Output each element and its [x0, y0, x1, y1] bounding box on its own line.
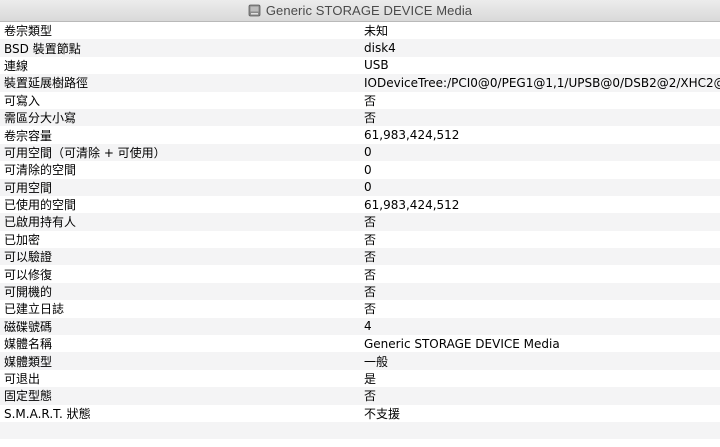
- row-value: 未知: [364, 24, 389, 39]
- row-value: 否: [364, 232, 377, 247]
- table-row[interactable]: 卷宗類型 未知: [0, 22, 720, 40]
- title-wrap: Generic STORAGE DEVICE Media: [248, 3, 472, 18]
- row-key: 卷宗類型: [4, 24, 53, 39]
- info-window: Generic STORAGE DEVICE Media 卷宗類型 未知 BSD 裝…: [0, 0, 720, 447]
- table-row[interactable]: 已建立日誌 否: [0, 300, 720, 318]
- table-row[interactable]: BSD 裝置節點 disk4: [0, 39, 720, 57]
- row-value: disk4: [364, 41, 396, 56]
- empty-row: [0, 439, 720, 447]
- table-row[interactable]: 卷宗容量 61,983,424,512: [0, 126, 720, 144]
- row-value: IODeviceTree:/PCI0@0/PEG1@1,1/UPSB@0/DSB…: [364, 75, 720, 90]
- row-value: 否: [364, 389, 377, 404]
- table-row[interactable]: 可清除的空間 0: [0, 161, 720, 179]
- table-row[interactable]: 可以驗證 否: [0, 248, 720, 266]
- row-value: 不支援: [364, 406, 401, 421]
- row-value: 0: [364, 180, 372, 195]
- row-value: 否: [364, 215, 377, 230]
- row-key: S.M.A.R.T. 狀態: [4, 406, 91, 421]
- row-key: 可開機的: [4, 285, 53, 300]
- table-row[interactable]: 可用空間 0: [0, 178, 720, 196]
- table-row[interactable]: 可以修復 否: [0, 265, 720, 283]
- table-row[interactable]: 可開機的 否: [0, 282, 720, 301]
- row-key: 已加密: [4, 232, 41, 247]
- table-row[interactable]: 連線 USB: [0, 56, 720, 75]
- row-key: 媒體類型: [4, 354, 53, 369]
- table-row[interactable]: S.M.A.R.T. 狀態 不支援: [0, 404, 720, 422]
- row-key: 可用空間（可清除 + 可使用）: [4, 145, 166, 160]
- table-row[interactable]: 固定型態 否: [0, 387, 720, 405]
- row-value: 61,983,424,512: [364, 197, 460, 212]
- info-table: 卷宗類型 未知 BSD 裝置節點 disk4 連線 USB 裝置延展樹路徑 IODeviceT…: [0, 22, 720, 447]
- row-value: 0: [364, 145, 372, 160]
- title-bar[interactable]: Generic STORAGE DEVICE Media: [0, 0, 720, 22]
- table-row[interactable]: 可退出 是: [0, 369, 720, 388]
- row-key: 可清除的空間: [4, 163, 77, 178]
- table-row[interactable]: 可寫入 否: [0, 91, 720, 109]
- window-title: Generic STORAGE DEVICE Media: [265, 3, 473, 18]
- row-key: 需區分大小寫: [4, 111, 77, 126]
- row-value: 否: [364, 93, 377, 108]
- table-row[interactable]: 已啟用持有人 否: [0, 213, 720, 231]
- row-value: 否: [364, 267, 377, 282]
- row-value: 一般: [364, 354, 389, 369]
- table-row[interactable]: 磁碟號碼 4: [0, 317, 720, 336]
- row-value: 是: [364, 372, 377, 386]
- row-value: USB: [364, 58, 389, 73]
- table-row[interactable]: 可用空間（可清除 + 可使用） 0: [0, 143, 720, 162]
- row-value: 否: [364, 250, 377, 265]
- row-key: 固定型態: [4, 389, 53, 404]
- row-value: 否: [364, 111, 377, 126]
- row-key: 卷宗容量: [4, 128, 53, 143]
- row-key: 可退出: [4, 372, 41, 386]
- empty-row: [0, 421, 720, 440]
- table-row[interactable]: 已加密 否: [0, 230, 720, 249]
- table-row[interactable]: 已使用的空間 61,983,424,512: [0, 195, 720, 214]
- row-key: 可以修復: [4, 267, 53, 282]
- table-row[interactable]: 媒體類型 一般: [0, 352, 720, 370]
- row-value: 否: [364, 302, 377, 317]
- row-key: 磁碟號碼: [4, 319, 53, 334]
- row-key: BSD 裝置節點: [4, 41, 81, 56]
- row-key: 已啟用持有人: [4, 215, 77, 230]
- row-value: 61,983,424,512: [364, 128, 460, 143]
- row-value: 0: [364, 162, 372, 177]
- row-key: 媒體名稱: [4, 337, 53, 352]
- row-value: 否: [364, 285, 377, 300]
- table-row[interactable]: 裝置延展樹路徑 IODeviceTree:/PCI0@0/PEG1@1,1/UPS…: [0, 74, 720, 92]
- row-key: 可以驗證: [4, 250, 53, 265]
- disk-icon: [248, 4, 261, 17]
- row-value: Generic STORAGE DEVICE Media: [364, 336, 560, 351]
- row-key: 可寫入: [4, 93, 41, 108]
- row-key: 可用空間: [4, 180, 53, 195]
- row-key: 連線: [4, 58, 29, 73]
- row-key: 已使用的空間: [4, 198, 77, 213]
- table-row[interactable]: 需區分大小寫 否: [0, 108, 720, 127]
- row-value: 4: [364, 319, 372, 334]
- table-row[interactable]: 媒體名稱 Generic STORAGE DEVICE Media: [0, 335, 720, 353]
- row-key: 裝置延展樹路徑: [4, 76, 89, 91]
- row-key: 已建立日誌: [4, 302, 65, 317]
